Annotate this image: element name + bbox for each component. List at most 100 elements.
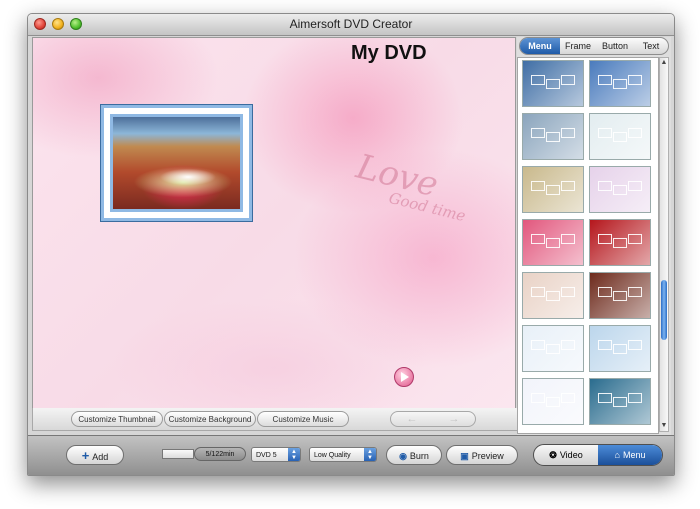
template-frame-box bbox=[598, 234, 612, 244]
template-frame-box bbox=[628, 75, 642, 85]
film-camera-icon: ▣ bbox=[460, 451, 469, 461]
disc-type-value: DVD 5 bbox=[256, 452, 277, 459]
preview-button-label: Preview bbox=[471, 451, 504, 461]
template-frame-box bbox=[546, 79, 560, 89]
menu-template-thumbnail[interactable] bbox=[522, 378, 584, 425]
template-frame-box bbox=[531, 181, 545, 191]
template-frame-box bbox=[598, 340, 612, 350]
template-panel: Menu Frame Button Text ▲ ▼ bbox=[517, 37, 671, 435]
gallery-scrollbar[interactable]: ▲ ▼ bbox=[659, 57, 669, 432]
template-frame-box bbox=[561, 340, 575, 350]
template-frame-box bbox=[628, 234, 642, 244]
bottom-toolbar: + Add 5/122min DVD 5 ▲ ▼ Low Quality ▲ ▼ ◉ B… bbox=[28, 435, 674, 475]
preview-button[interactable]: ▣ Preview bbox=[446, 445, 518, 465]
tab-text[interactable]: Text bbox=[634, 38, 668, 54]
right-arrow-icon: → bbox=[448, 413, 460, 425]
customize-thumbnail-button[interactable]: Customize Thumbnail bbox=[71, 411, 163, 427]
scroll-thumb[interactable] bbox=[661, 280, 667, 340]
quality-value: Low Quality bbox=[314, 452, 351, 459]
add-button[interactable]: + Add bbox=[66, 445, 124, 465]
tab-menu[interactable]: Menu bbox=[520, 38, 560, 54]
menu-template-thumbnail[interactable] bbox=[589, 219, 651, 266]
canvas-toolbar: Customize Thumbnail Customize Background… bbox=[32, 408, 518, 431]
template-frame-box bbox=[628, 128, 642, 138]
template-frame-box bbox=[546, 185, 560, 195]
template-frame-box bbox=[598, 75, 612, 85]
template-frame-box bbox=[613, 397, 627, 407]
page-navigation: ← → bbox=[390, 411, 476, 427]
disc-type-select[interactable]: DVD 5 ▲ ▼ bbox=[251, 447, 301, 462]
add-button-label: Add bbox=[92, 452, 109, 462]
video-mode-button[interactable]: ❂ Video bbox=[534, 445, 598, 465]
menu-template-thumbnail[interactable] bbox=[589, 272, 651, 319]
template-frame-box bbox=[598, 287, 612, 297]
menu-canvas[interactable]: Love Good time My DVD bbox=[32, 37, 516, 409]
customize-background-button[interactable]: Customize Background bbox=[164, 411, 256, 427]
menu-template-thumbnail[interactable] bbox=[522, 325, 584, 372]
template-frame-box bbox=[561, 128, 575, 138]
template-frame-box bbox=[613, 79, 627, 89]
template-frame-box bbox=[531, 393, 545, 403]
menu-template-thumbnail[interactable] bbox=[522, 272, 584, 319]
menu-template-thumbnail[interactable] bbox=[589, 113, 651, 160]
template-frame-box bbox=[531, 287, 545, 297]
template-frame-box bbox=[546, 344, 560, 354]
menu-title-text[interactable]: My DVD bbox=[351, 42, 427, 65]
template-frame-box bbox=[531, 234, 545, 244]
template-frame-box bbox=[613, 238, 627, 248]
template-frame-box bbox=[561, 181, 575, 191]
window-title: Aimersoft DVD Creator bbox=[289, 17, 413, 31]
template-frame-box bbox=[598, 128, 612, 138]
film-reel-icon: ❂ bbox=[549, 450, 557, 460]
menu-template-thumbnail[interactable] bbox=[589, 378, 651, 425]
customize-music-button[interactable]: Customize Music bbox=[257, 411, 349, 427]
template-frame-box bbox=[561, 234, 575, 244]
menu-mode-button[interactable]: ⌂ Menu bbox=[598, 445, 662, 465]
menu-template-thumbnail[interactable] bbox=[589, 60, 651, 107]
template-frame-box bbox=[613, 344, 627, 354]
home-icon: ⌂ bbox=[614, 450, 620, 460]
scroll-up-icon[interactable]: ▲ bbox=[660, 58, 668, 68]
menu-template-thumbnail[interactable] bbox=[522, 166, 584, 213]
video-thumbnail[interactable] bbox=[101, 105, 252, 221]
quality-select[interactable]: Low Quality ▲ ▼ bbox=[309, 447, 377, 462]
template-frame-box bbox=[628, 181, 642, 191]
video-menu-toggle: ❂ Video ⌂ Menu bbox=[533, 444, 663, 466]
template-tabs: Menu Frame Button Text bbox=[519, 37, 669, 55]
thumbnail-image bbox=[110, 114, 243, 212]
menu-template-thumbnail[interactable] bbox=[522, 219, 584, 266]
template-frame-box bbox=[531, 128, 545, 138]
template-frame-box bbox=[628, 340, 642, 350]
template-frame-box bbox=[613, 291, 627, 301]
template-frame-box bbox=[613, 132, 627, 142]
previous-page-button[interactable]: ← bbox=[393, 413, 431, 425]
tab-frame[interactable]: Frame bbox=[560, 38, 596, 54]
burn-button-label: Burn bbox=[409, 451, 429, 461]
disc-capacity-bar bbox=[162, 449, 194, 459]
template-frame-box bbox=[546, 132, 560, 142]
menu-template-thumbnail[interactable] bbox=[589, 166, 651, 213]
select-arrows-icon: ▲ ▼ bbox=[288, 448, 300, 461]
template-frame-box bbox=[598, 393, 612, 403]
template-frame-box bbox=[628, 287, 642, 297]
next-page-button[interactable]: → bbox=[435, 413, 473, 425]
title-bar[interactable]: Aimersoft DVD Creator bbox=[28, 14, 674, 36]
menu-template-thumbnail[interactable] bbox=[522, 60, 584, 107]
template-frame-box bbox=[628, 393, 642, 403]
video-label: Video bbox=[559, 450, 583, 460]
disc-icon: ◉ bbox=[399, 451, 407, 461]
template-frame-box bbox=[561, 287, 575, 297]
template-gallery bbox=[517, 57, 659, 434]
scroll-down-icon[interactable]: ▼ bbox=[660, 421, 668, 431]
tab-button[interactable]: Button bbox=[596, 38, 634, 54]
template-frame-box bbox=[561, 393, 575, 403]
burn-button[interactable]: ◉ Burn bbox=[386, 445, 442, 465]
template-frame-box bbox=[613, 185, 627, 195]
template-frame-box bbox=[531, 340, 545, 350]
template-frame-box bbox=[546, 397, 560, 407]
template-frame-box bbox=[531, 75, 545, 85]
play-button-icon[interactable] bbox=[394, 367, 414, 387]
menu-template-thumbnail[interactable] bbox=[522, 113, 584, 160]
menu-template-thumbnail[interactable] bbox=[589, 325, 651, 372]
capacity-label: 5/122min bbox=[194, 447, 246, 461]
